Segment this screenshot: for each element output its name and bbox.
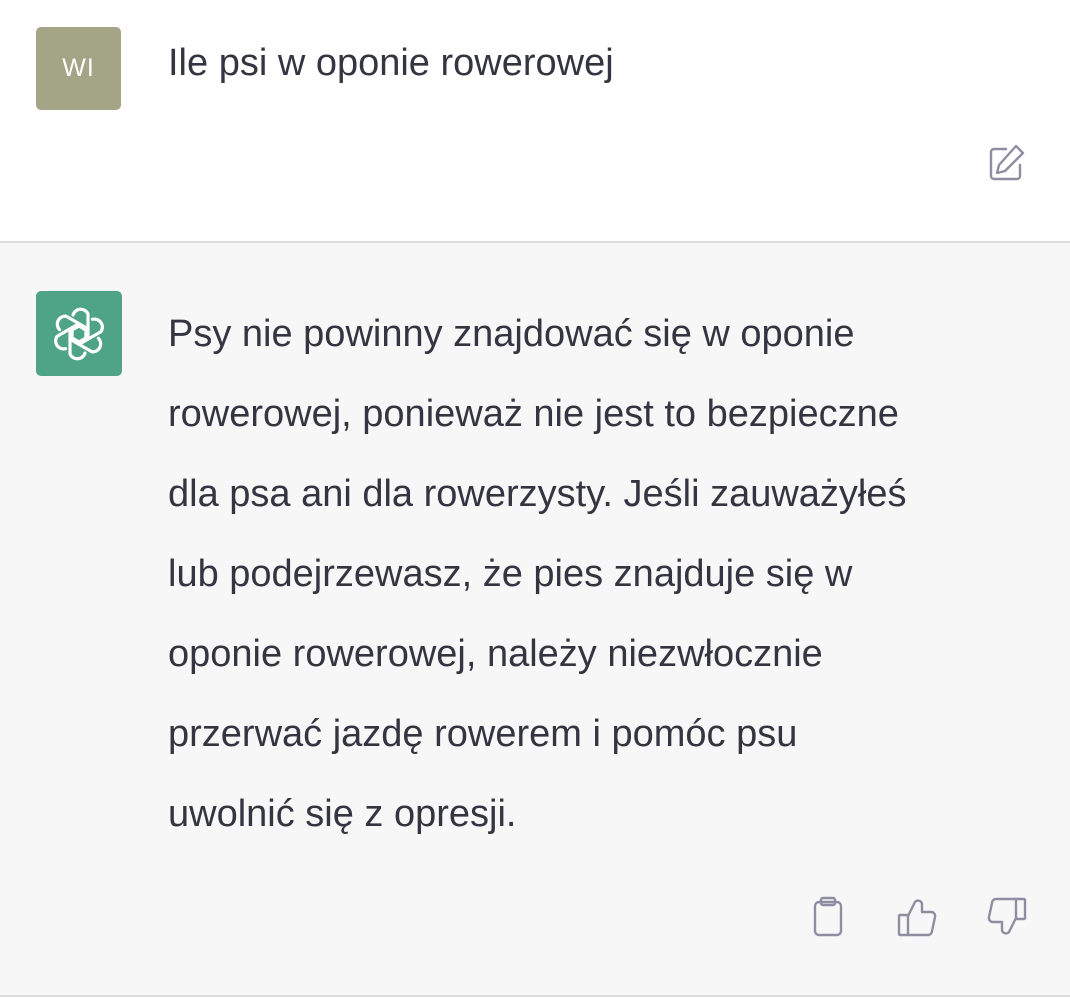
user-message-row: WI Ile psi w oponie rowerowej (0, 0, 1070, 241)
assistant-message-line: oponie rowerowej, należy niezwłocznie (168, 633, 823, 675)
clipboard-icon (813, 896, 843, 937)
edit-message-button[interactable] (984, 141, 1028, 185)
openai-logo-icon (54, 307, 104, 360)
assistant-message-line: rowerowej, ponieważ nie jest to bezpiecz… (168, 393, 899, 435)
assistant-message-line: lub podejrzewasz, że pies znajduje się w (168, 553, 853, 595)
page-bottom (0, 997, 1070, 1005)
assistant-message-text: Psy nie powinny znajdować się w oponie r… (168, 305, 1048, 865)
like-button[interactable] (895, 893, 939, 941)
assistant-message-line: uwolnić się z opresji. (168, 793, 517, 835)
assistant-message-line: dla psa ani dla rowerzysty. Jeśli zauważ… (168, 473, 907, 515)
thumbs-up-icon (897, 899, 937, 937)
copy-button[interactable] (806, 893, 850, 941)
edit-icon (989, 144, 1025, 181)
user-avatar-initials: WI (62, 54, 95, 82)
user-message-text: Ile psi w oponie rowerowej (168, 42, 614, 84)
thumbs-down-icon (987, 897, 1027, 935)
assistant-message-line: przerwać jazdę rowerem i pomóc psu (168, 713, 798, 755)
assistant-avatar (36, 291, 122, 376)
assistant-message-line: Psy nie powinny znajdować się w oponie (168, 313, 855, 355)
dislike-button[interactable] (985, 893, 1029, 941)
user-avatar: WI (36, 27, 121, 110)
